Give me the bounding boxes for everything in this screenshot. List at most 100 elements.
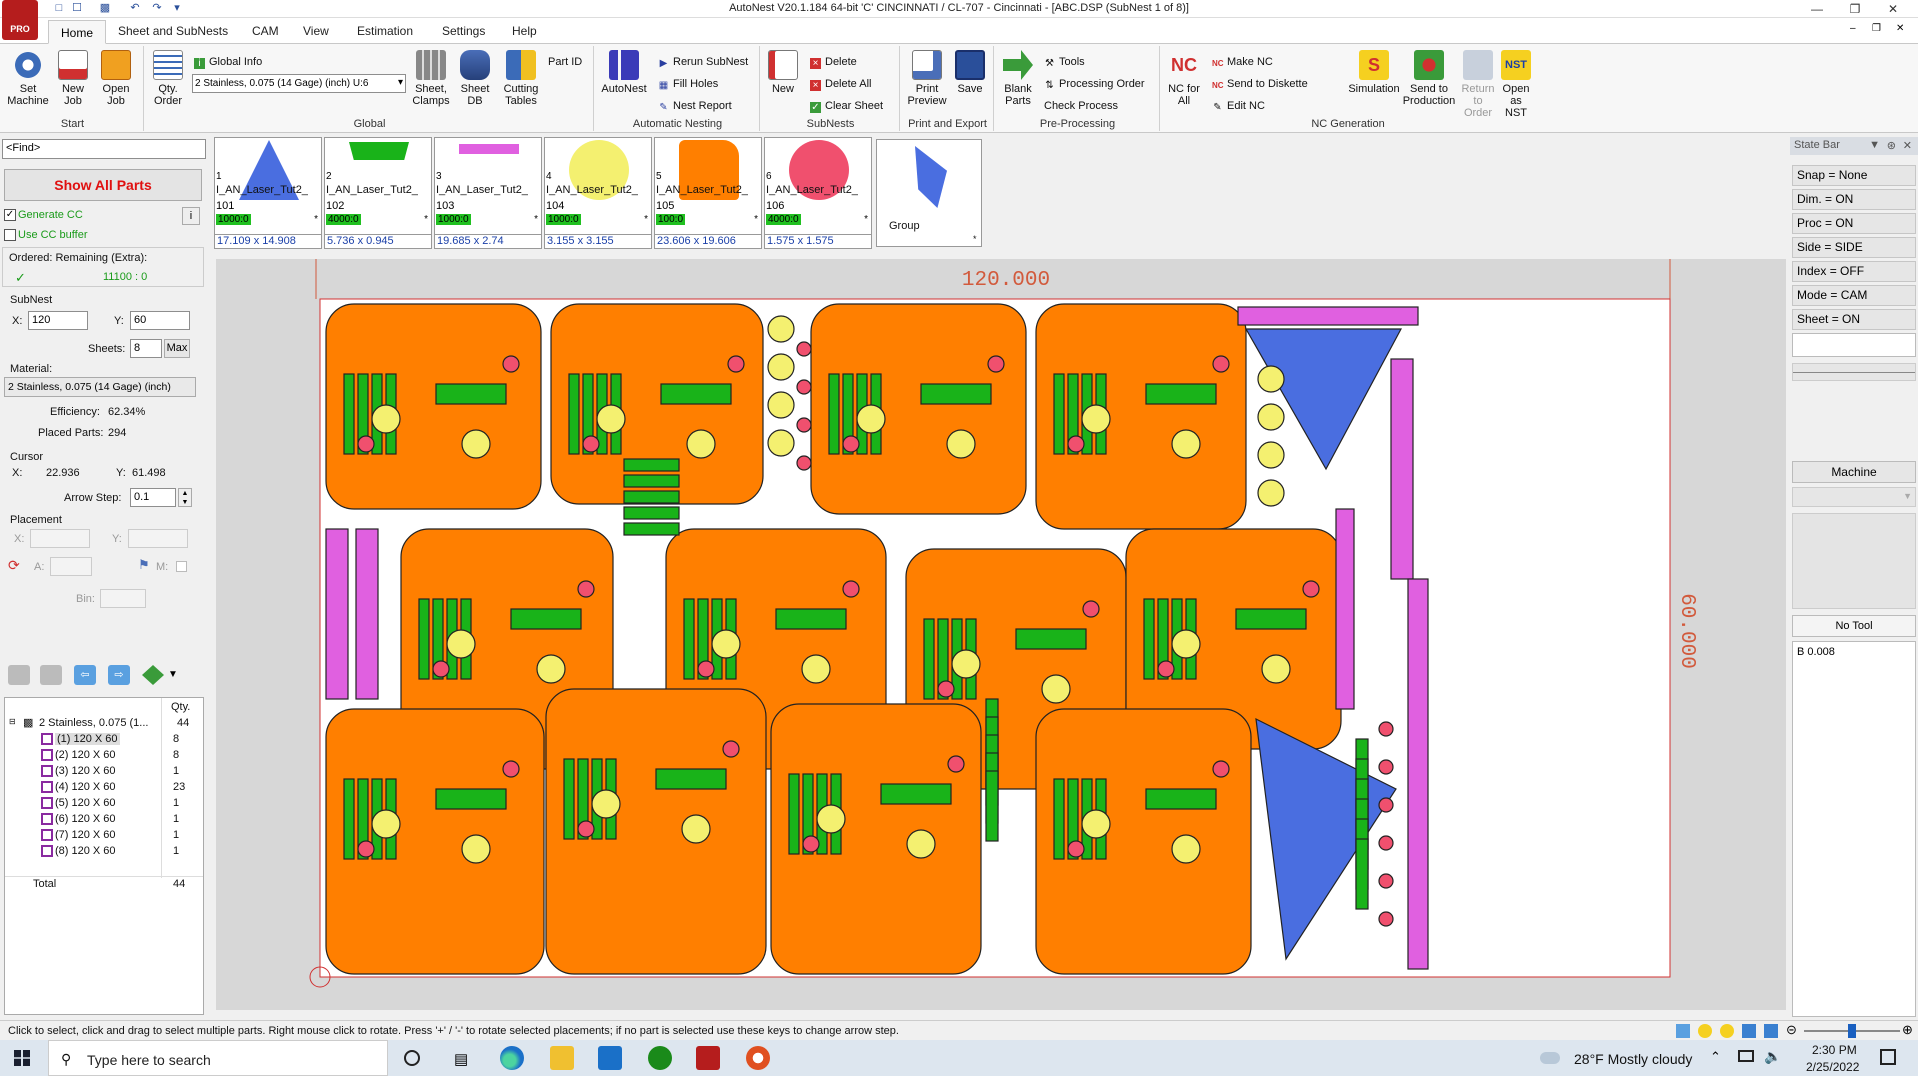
arrow-step-input[interactable]: 0.1 [130, 488, 176, 507]
move-right-icon[interactable]: ⇨ [108, 665, 130, 685]
rerun-subnest-button[interactable]: ▶ Rerun SubNest [658, 56, 749, 69]
red-part[interactable] [697, 660, 715, 678]
red-part[interactable] [987, 355, 1005, 373]
pink-part[interactable] [1390, 358, 1414, 580]
part-id-button[interactable]: Part ID [548, 56, 582, 68]
red-part[interactable] [1212, 355, 1230, 373]
yellow-part[interactable] [461, 834, 491, 864]
blank-parts-button[interactable]: Blank Parts [998, 50, 1038, 107]
pink-part[interactable] [1335, 508, 1355, 710]
autonest-button[interactable]: AutoNest [600, 50, 648, 95]
yellow-part[interactable] [767, 353, 795, 381]
red-part[interactable] [802, 835, 820, 853]
cutting-tables-button[interactable]: Cutting Tables [498, 50, 544, 107]
show-all-parts-button[interactable]: Show All Parts [4, 169, 202, 201]
yellow-part[interactable] [461, 429, 491, 459]
yellow-part[interactable] [371, 809, 401, 839]
green-part[interactable] [1015, 628, 1087, 650]
yellow-part[interactable] [1081, 404, 1111, 434]
red-part[interactable] [1157, 660, 1175, 678]
edit-nc-button[interactable]: ✎ Edit NC [1212, 100, 1265, 113]
pink-part[interactable] [1237, 306, 1419, 326]
green-part[interactable] [920, 383, 992, 405]
green-part[interactable] [435, 788, 507, 810]
green-part[interactable] [568, 373, 580, 455]
delete-all-button[interactable]: × Delete All [810, 78, 871, 91]
yellow-part[interactable] [856, 404, 886, 434]
yellow-part[interactable] [1257, 365, 1285, 393]
tree-item[interactable]: (8) 120 X 60 1 [5, 844, 203, 860]
make-nc-button[interactable]: NC Make NC [1212, 56, 1273, 69]
layers-dropdown-icon[interactable]: ▼ [168, 669, 178, 680]
red-part[interactable] [727, 355, 745, 373]
red-part[interactable] [796, 341, 812, 357]
nc-for-all-button[interactable]: NC NC for All [1166, 50, 1202, 107]
clear-sheet-button[interactable]: ✓ Clear Sheet [810, 100, 883, 113]
part-cell[interactable]: 5 I_AN_Laser_Tut2_ 105 100:0 * 23.606 x … [654, 137, 762, 249]
taskbar-widgets-icon[interactable]: ▤ [454, 1050, 468, 1068]
placement-angle-input[interactable] [50, 557, 92, 576]
tree-item[interactable]: (7) 120 X 60 1 [5, 828, 203, 844]
state-blank-field[interactable] [1792, 333, 1916, 357]
state-item[interactable]: Index = OFF [1792, 261, 1916, 282]
yellow-part[interactable] [1261, 654, 1291, 684]
red-part[interactable] [577, 820, 595, 838]
yellow-part[interactable] [1257, 403, 1285, 431]
part-cell[interactable]: 3 I_AN_Laser_Tut2_ 103 1000:0 * 19.685 x… [434, 137, 542, 249]
check-process-button[interactable]: Check Process [1044, 100, 1118, 112]
red-part[interactable] [1212, 760, 1230, 778]
red-part[interactable] [432, 660, 450, 678]
placement-x-input[interactable] [30, 529, 90, 548]
green-part[interactable] [1145, 383, 1217, 405]
green-part[interactable] [623, 474, 680, 488]
tab-estimation[interactable]: Estimation [357, 24, 413, 38]
green-part[interactable] [828, 373, 840, 455]
autonest-taskbar-icon[interactable] [696, 1046, 720, 1070]
green-part[interactable] [1053, 373, 1065, 455]
state-item[interactable]: Proc = ON [1792, 213, 1916, 234]
machine-button[interactable]: Machine [1792, 461, 1916, 483]
new-job-button[interactable]: New Job [54, 50, 92, 107]
sheets-input[interactable]: 8 [130, 339, 162, 358]
group-cell[interactable]: Group * [876, 139, 982, 247]
info-button[interactable]: i [182, 207, 200, 225]
generate-cc-checkbox[interactable]: ✓ [4, 209, 16, 221]
yellow-part[interactable] [951, 649, 981, 679]
part-cell[interactable]: 2 I_AN_Laser_Tut2_ 102 4000:0 * 5.736 x … [324, 137, 432, 249]
global-info-button[interactable]: i Global Info [194, 56, 262, 69]
pink-part[interactable] [325, 528, 349, 700]
part-cell[interactable]: 4 I_AN_Laser_Tut2_ 104 1000:0 * 3.155 x … [544, 137, 652, 249]
zoom-out-icon[interactable]: ⊝ [1786, 1022, 1797, 1038]
volume-icon[interactable]: 🔈 [1764, 1048, 1781, 1065]
simulation-button[interactable]: S Simulation [1348, 50, 1400, 95]
yellow-part[interactable] [767, 391, 795, 419]
red-part[interactable] [842, 580, 860, 598]
windows-start-icon[interactable] [14, 1050, 30, 1066]
yellow-part[interactable] [1081, 809, 1111, 839]
part-cell[interactable]: 6 I_AN_Laser_Tut2_ 106 4000:0 * 1.575 x … [764, 137, 872, 249]
red-part[interactable] [1067, 435, 1085, 453]
tools-button[interactable]: ⚒ Tools [1044, 56, 1085, 69]
filter-icon[interactable] [8, 665, 30, 685]
tree-item[interactable]: (6) 120 X 60 1 [5, 812, 203, 828]
yellow-part[interactable] [711, 629, 741, 659]
tab-view[interactable]: View [303, 24, 329, 38]
green-part[interactable] [775, 608, 847, 630]
restore-icon[interactable]: ❐ [1838, 0, 1872, 18]
green-part[interactable] [985, 770, 999, 842]
green-part[interactable] [923, 618, 935, 700]
yellow-part[interactable] [767, 315, 795, 343]
task-view-icon[interactable] [404, 1050, 420, 1066]
red-part[interactable] [1378, 873, 1394, 889]
red-part[interactable] [796, 379, 812, 395]
yellow-part[interactable] [946, 429, 976, 459]
save-button[interactable]: Save [952, 50, 988, 95]
close-icon[interactable]: ✕ [1903, 139, 1912, 152]
yellow-part[interactable] [1171, 834, 1201, 864]
subnest-y-input[interactable]: 60 [130, 311, 190, 330]
yellow-part[interactable] [1171, 429, 1201, 459]
nest-report-button[interactable]: ✎ Nest Report [658, 100, 731, 113]
state-item[interactable]: Dim. = ON [1792, 189, 1916, 210]
print-preview-button[interactable]: Print Preview [904, 50, 950, 107]
snip-tool-icon[interactable] [746, 1046, 770, 1070]
